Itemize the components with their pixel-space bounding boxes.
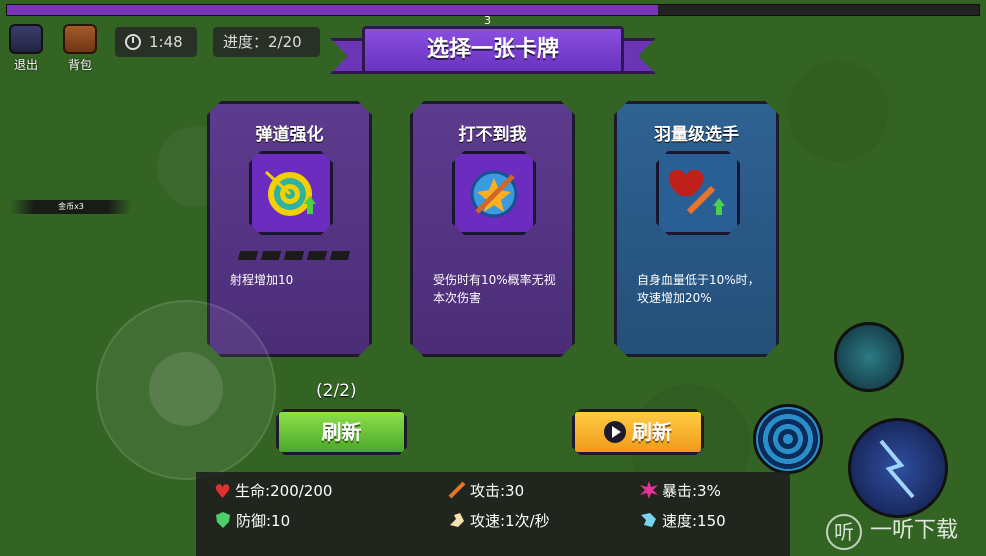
level-dot <box>284 251 304 260</box>
exit-button[interactable]: 退出 <box>6 24 46 73</box>
progress-value: 进度：2/20 <box>223 33 302 51</box>
door-icon <box>9 24 43 54</box>
heart-icon: ♥ <box>214 481 232 503</box>
heart-sword-upgrade-icon <box>656 151 740 235</box>
refresh-label: 刷新 <box>321 420 362 444</box>
sword-icon <box>448 481 466 499</box>
level-dots <box>239 251 349 260</box>
wing-boot-icon <box>641 513 656 527</box>
stat-hp: ♥ 生命:200/200 <box>214 480 332 503</box>
watermark-text: 一听下载 <box>870 518 959 543</box>
level-dot <box>238 251 258 260</box>
refresh-button[interactable]: 刷新 <box>276 409 407 455</box>
level-dot <box>330 251 350 260</box>
card-featherweight[interactable]: 羽量级选手 自身血量低于10%时，攻速增加20% <box>614 101 779 357</box>
stat-crit: 暴击:3% <box>640 480 721 501</box>
coin-pickup-tag: 金币x3 <box>10 200 132 214</box>
vortex-skill-button[interactable] <box>753 404 823 474</box>
exit-label: 退出 <box>13 58 38 72</box>
play-video-icon <box>604 421 626 443</box>
backpack-icon <box>63 24 97 54</box>
xp-bar <box>6 4 980 16</box>
dash-skill-button[interactable] <box>834 322 904 392</box>
stopwatch-icon <box>125 34 141 50</box>
stat-defense: 防御:10 <box>214 510 290 531</box>
card-untouchable[interactable]: 打不到我 受伤时有10%概率无视本次伤害 <box>410 101 575 357</box>
watermark: 听 一听下载 <box>812 506 986 556</box>
timer: 1:48 <box>115 27 197 57</box>
timer-value: 1:48 <box>149 33 183 51</box>
choose-card-banner: 选择一张卡牌 <box>362 26 624 74</box>
stat-speed-value: 速度:150 <box>662 512 726 530</box>
stats-panel: ♥ 生命:200/200 攻击:30 暴击:3% 防御:10 攻速:1次/秒 速度… <box>196 472 790 556</box>
bag-label: 背包 <box>67 58 92 72</box>
shield-icon <box>216 512 230 528</box>
stat-hp-value: 生命:200/200 <box>235 482 333 500</box>
stat-defense-value: 防御:10 <box>236 512 291 530</box>
watermark-logo-icon: 听 <box>826 514 862 550</box>
level-dot <box>261 251 281 260</box>
stat-crit-value: 暴击:3% <box>662 482 721 500</box>
card-title: 羽量级选手 <box>654 125 739 145</box>
card-description: 受伤时有10%概率无视本次伤害 <box>433 273 556 305</box>
card-title: 打不到我 <box>458 125 527 145</box>
card-description: 自身血量低于10%时，攻速增加20% <box>637 273 760 305</box>
stat-attack-speed: 攻速:1次/秒 <box>448 510 550 531</box>
ad-refresh-button[interactable]: 刷新 <box>572 409 704 455</box>
progress-pill: 进度：2/20 <box>213 27 320 57</box>
stat-attack: 攻击:30 <box>448 480 524 501</box>
ad-refresh-label: 刷新 <box>632 420 672 444</box>
xp-bar-fill <box>7 5 659 15</box>
refresh-counter: (2/2) <box>316 381 357 401</box>
level-dot <box>307 251 327 260</box>
crit-burst-icon <box>640 481 658 499</box>
card-description: 射程增加10 <box>230 273 294 287</box>
joystick-knob[interactable] <box>149 352 223 426</box>
stat-speed: 速度:150 <box>640 510 726 531</box>
target-arrow-upgrade-icon <box>249 151 333 235</box>
dodge-shield-icon <box>452 151 536 235</box>
lightning-skill-button[interactable] <box>848 418 948 518</box>
stat-attack-value: 攻击:30 <box>470 482 525 500</box>
attack-speed-icon <box>450 513 464 527</box>
bag-button[interactable]: 背包 <box>60 24 100 73</box>
stat-attack-speed-value: 攻速:1次/秒 <box>470 512 550 530</box>
card-title: 弹道强化 <box>255 125 324 145</box>
